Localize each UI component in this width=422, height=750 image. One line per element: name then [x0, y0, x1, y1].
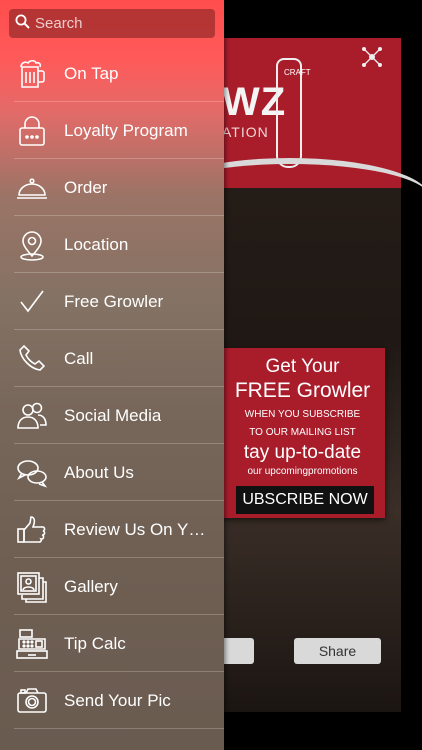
menu-item-tip-calc[interactable]: Tip Calc [0, 615, 224, 672]
menu-item-location[interactable]: Location [0, 216, 224, 273]
promo-headline-2: FREE Growler [234, 379, 371, 402]
subscribe-button[interactable]: UBSCRIBE NOW [236, 486, 374, 514]
side-menu: On Tap Loyalty Program Order Location Fr… [0, 45, 224, 729]
cloche-icon [0, 159, 64, 216]
camera-icon [0, 672, 64, 729]
lock-icon [0, 102, 64, 159]
menu-item-label: Social Media [64, 405, 162, 425]
menu-item-on-tap[interactable]: On Tap [0, 45, 224, 102]
menu-item-social-media[interactable]: Social Media [0, 387, 224, 444]
share-button[interactable]: Share [294, 638, 381, 664]
menu-item-free-growler[interactable]: Free Growler [0, 273, 224, 330]
promo-subtext-2: TO OUR MAILING LIST [249, 427, 356, 438]
menu-item-send-your-pic[interactable]: Send Your Pic [0, 672, 224, 729]
share-network-icon[interactable] [361, 46, 383, 73]
menu-item-label: Tip Calc [64, 633, 126, 653]
menu-item-loyalty-program[interactable]: Loyalty Program [0, 102, 224, 159]
menu-item-label: Gallery [64, 576, 118, 596]
map-pin-icon [0, 216, 64, 273]
growler-promo: Get Your FREE Growler WHEN YOU SUBSCRIBE… [220, 348, 385, 518]
people-icon [0, 387, 64, 444]
logo-subtitle: ATION [222, 124, 269, 140]
menu-item-label: About Us [64, 462, 134, 482]
menu-item-review-us[interactable]: Review Us On Y… [0, 501, 224, 558]
search-input[interactable] [35, 15, 205, 32]
promo-headline: Get Your [265, 356, 340, 377]
menu-item-gallery[interactable]: Gallery [0, 558, 224, 615]
checkmark-icon [0, 273, 64, 330]
promo-headline-3: tay up-to-date [243, 442, 362, 463]
promo-subtext-1: WHEN YOU SUBSCRIBE [244, 409, 361, 420]
tap-handle-text: CRAFT [284, 68, 311, 77]
beer-mug-icon [0, 45, 64, 102]
thumbs-up-icon [0, 501, 64, 558]
search-bar[interactable] [9, 9, 215, 38]
menu-item-call[interactable]: Call [0, 330, 224, 387]
menu-item-label: On Tap [64, 63, 119, 83]
menu-item-label: Call [64, 348, 94, 368]
menu-item-label: Location [64, 234, 129, 254]
side-drawer: On Tap Loyalty Program [0, 0, 224, 750]
menu-item-label: Order [64, 177, 108, 197]
menu-item-about-us[interactable]: About Us [0, 444, 224, 501]
photo-gallery-icon [0, 558, 64, 615]
menu-item-label: Loyalty Program [64, 120, 188, 140]
phone-icon [0, 330, 64, 387]
promo-subtext-3: our upcomingpromotions [247, 466, 358, 477]
search-icon [15, 14, 30, 34]
beer-tap-icon: CRAFT [276, 58, 311, 168]
menu-item-label: Send Your Pic [64, 690, 171, 710]
menu-item-label: Free Growler [64, 291, 164, 311]
speech-bubbles-icon [0, 444, 64, 501]
cash-register-icon [0, 615, 64, 672]
menu-item-label: Review Us On Y… [64, 519, 206, 539]
menu-item-order[interactable]: Order [0, 159, 224, 216]
